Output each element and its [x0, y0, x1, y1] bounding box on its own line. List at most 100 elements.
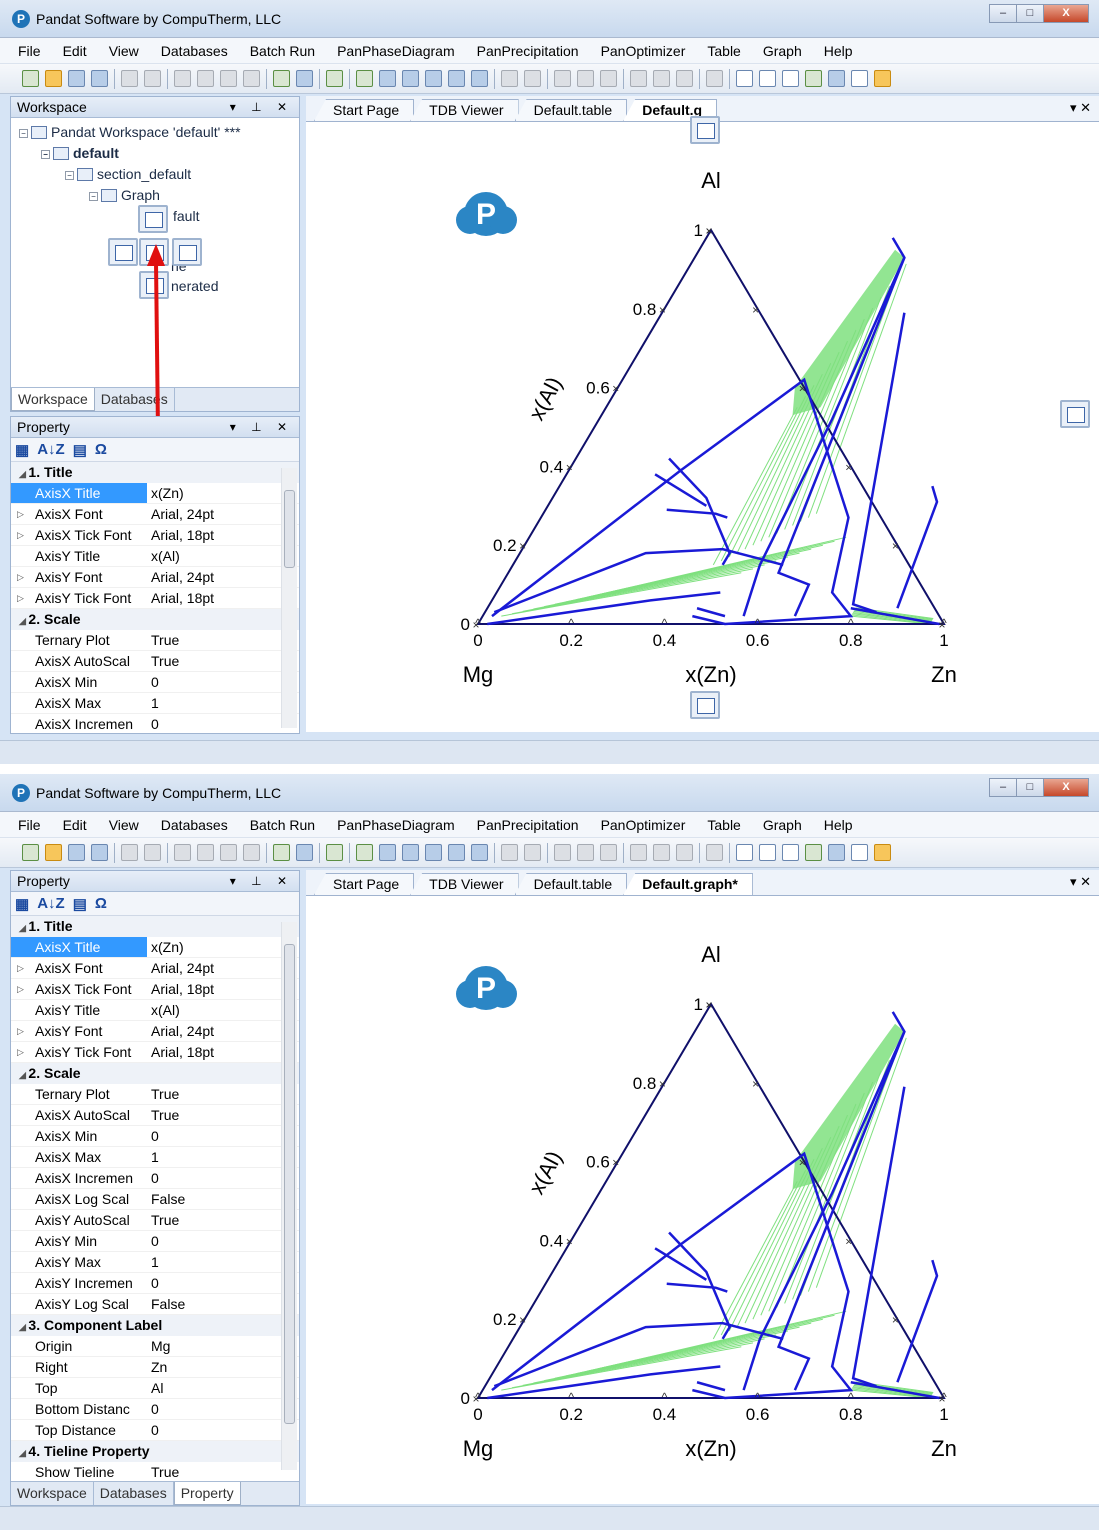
property-value[interactable]: Mg	[147, 1336, 170, 1356]
ternary-icon[interactable]	[448, 844, 465, 861]
tab-property[interactable]: Property	[173, 1482, 241, 1505]
property-value[interactable]: Arial, 18pt	[147, 588, 214, 608]
new-icon[interactable]	[22, 70, 39, 87]
graph-tool-6-icon[interactable]	[630, 70, 647, 87]
property-category[interactable]: 2. Scale	[11, 1063, 299, 1084]
calculate-icon[interactable]	[356, 844, 373, 861]
property-category[interactable]: 2. Scale	[11, 609, 299, 630]
property-row[interactable]: AxisX Incremen 0	[11, 714, 299, 733]
property-category[interactable]: 1. Title	[11, 916, 299, 937]
categorized-icon[interactable]: ▦	[15, 895, 29, 913]
menu-table[interactable]: Table	[707, 43, 740, 59]
graph-tool-5-icon[interactable]	[600, 70, 617, 87]
pointer-icon[interactable]	[736, 70, 753, 87]
section-icon[interactable]	[425, 70, 442, 87]
save-all-icon[interactable]	[91, 70, 108, 87]
graph-tool-9-icon[interactable]	[706, 70, 723, 87]
property-value[interactable]: False	[147, 1294, 185, 1314]
minimize-button[interactable]: –	[989, 778, 1017, 797]
property-value[interactable]: Arial, 18pt	[147, 525, 214, 545]
sort-alphabetical-icon[interactable]: A↓Z	[37, 895, 65, 912]
omega-icon[interactable]: Ω	[95, 895, 107, 912]
property-value[interactable]: Zn	[147, 1357, 167, 1377]
graph-tool-8-icon[interactable]	[676, 844, 693, 861]
menu-batch-run[interactable]: Batch Run	[250, 817, 315, 833]
paste-icon[interactable]	[220, 844, 237, 861]
menu-panphasediagram[interactable]: PanPhaseDiagram	[337, 817, 455, 833]
scroll-thumb[interactable]	[284, 490, 295, 568]
property-value[interactable]: x(Zn)	[147, 483, 184, 503]
property-row[interactable]: AxisX Tick FontArial, 18pt	[11, 979, 299, 1000]
minimize-button[interactable]: –	[989, 4, 1017, 23]
dock-top-guide-icon[interactable]	[138, 205, 168, 233]
property-row[interactable]: Bottom Distanc 0	[11, 1399, 299, 1420]
graph-tool-7-icon[interactable]	[653, 70, 670, 87]
menu-file[interactable]: File	[18, 817, 41, 833]
property-category[interactable]: 3. Component Label	[11, 1315, 299, 1336]
property-scrollbar[interactable]	[281, 922, 297, 1470]
menu-databases[interactable]: Databases	[161, 817, 228, 833]
property-value[interactable]: False	[147, 1189, 185, 1209]
property-row[interactable]: AxisY AutoScal True	[11, 1210, 299, 1231]
collapse-icon[interactable]: −	[41, 150, 50, 159]
property-row[interactable]: Ternary Plot True	[11, 630, 299, 651]
new-icon[interactable]	[22, 844, 39, 861]
print-icon[interactable]	[144, 844, 161, 861]
property-value[interactable]: True	[147, 651, 179, 671]
menu-databases[interactable]: Databases	[161, 43, 228, 59]
categorized-icon[interactable]: ▦	[15, 441, 29, 459]
menu-panprecipitation[interactable]: PanPrecipitation	[477, 43, 579, 59]
pencil-icon[interactable]	[874, 70, 891, 87]
tab-tdb-viewer[interactable]: TDB Viewer	[410, 99, 519, 121]
calculate-icon[interactable]	[356, 70, 373, 87]
property-row[interactable]: AxisY Tick FontArial, 18pt	[11, 588, 299, 609]
panel-controls[interactable]: ▾ ⊥ ✕	[230, 417, 293, 438]
graph-tool-1-icon[interactable]	[501, 844, 518, 861]
tab-default-table[interactable]: Default.table	[514, 99, 628, 121]
property-row[interactable]: Ternary Plot True	[11, 1084, 299, 1105]
fill-icon[interactable]	[471, 70, 488, 87]
property-value[interactable]: Arial, 18pt	[147, 1042, 214, 1062]
property-row[interactable]: AxisY FontArial, 24pt	[11, 567, 299, 588]
graph-canvas[interactable]: P 0 ^ 0 × × 0.2 ^ 0.2 × × 0.4 ^ 0.4 × × 0.6 ^ 0.6 × × 0.8 ^ 0.8…	[306, 122, 1099, 732]
ternary-plot[interactable]: P0^0 × ×0.2^0.2 × ×0.4^0.4 × ×0.6^0.6 × ×0.8^0.8…	[306, 896, 1099, 1504]
print-preview-icon[interactable]	[121, 844, 138, 861]
tab-start-page[interactable]: Start Page	[314, 873, 415, 895]
edit-icon[interactable]	[805, 844, 822, 861]
close-button[interactable]: X	[1043, 4, 1089, 23]
property-value[interactable]: 0	[147, 1420, 159, 1440]
pan-icon[interactable]	[782, 844, 799, 861]
graph-canvas[interactable]: P 0 ^ 0 × × 0.2 ^ 0.2 × × 0.4 ^ 0.4 × × 0.6 ^ 0.6 × × 0.8 ^ 0.8…	[306, 896, 1099, 1504]
property-scrollbar[interactable]	[281, 468, 297, 728]
property-pages-icon[interactable]: ▤	[73, 895, 87, 913]
scroll-thumb[interactable]	[284, 944, 295, 1424]
save-icon[interactable]	[68, 70, 85, 87]
graph-tool-3-icon[interactable]	[554, 70, 571, 87]
property-category[interactable]: 4. Tieline Property	[11, 1441, 299, 1462]
property-value[interactable]: 0	[147, 714, 159, 733]
cut-icon[interactable]	[174, 70, 191, 87]
property-row[interactable]: AxisX FontArial, 24pt	[11, 958, 299, 979]
property-row[interactable]: AxisX Title x(Zn)	[11, 483, 299, 504]
property-value[interactable]: 0	[147, 1168, 159, 1188]
graph-tool-2-icon[interactable]	[524, 844, 541, 861]
property-row[interactable]: AxisX AutoScal True	[11, 651, 299, 672]
property-value[interactable]: 1	[147, 693, 159, 713]
legend-icon[interactable]	[828, 70, 845, 87]
property-value[interactable]: True	[147, 1084, 179, 1104]
maximize-button[interactable]: □	[1016, 778, 1044, 797]
panel-controls[interactable]: ▾ ⊥ ✕	[230, 97, 293, 118]
graph-tool-2-icon[interactable]	[524, 70, 541, 87]
ternary-icon[interactable]	[448, 70, 465, 87]
tab-tdb-viewer[interactable]: TDB Viewer	[410, 873, 519, 895]
property-row[interactable]: Right Zn	[11, 1357, 299, 1378]
tab-default-graph[interactable]: Default.graph*	[623, 873, 753, 895]
graph-tool-6-icon[interactable]	[630, 844, 647, 861]
menu-graph[interactable]: Graph	[763, 817, 802, 833]
omega-icon[interactable]: Ω	[95, 441, 107, 458]
tab-databases[interactable]: Databases	[94, 1482, 174, 1505]
menu-panoptimizer[interactable]: PanOptimizer	[601, 817, 686, 833]
fill-icon[interactable]	[471, 844, 488, 861]
line-icon[interactable]	[402, 70, 419, 87]
tree-node-section[interactable]: − section_default	[15, 164, 299, 185]
